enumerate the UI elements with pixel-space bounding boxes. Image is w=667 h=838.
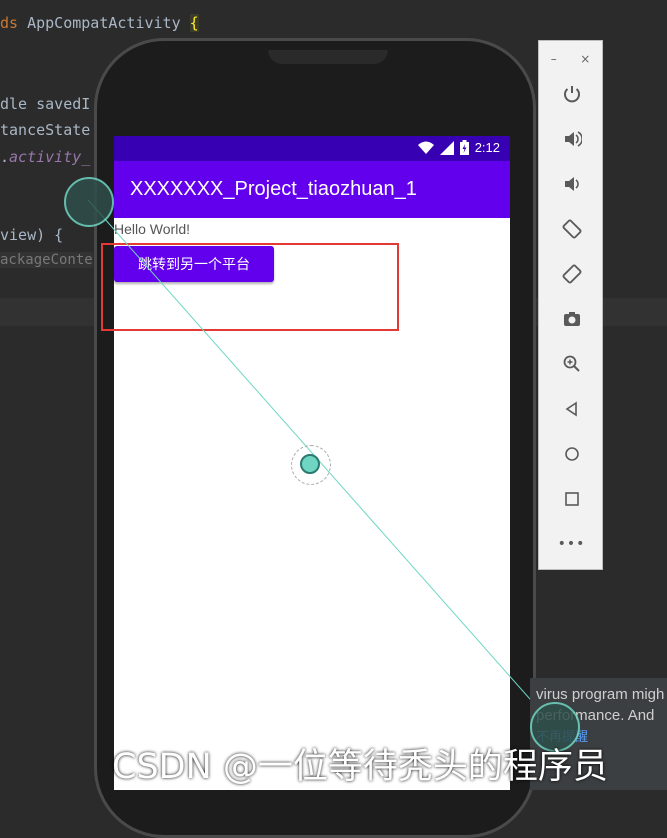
csdn-watermark: CSDN @一位等待秃头的程序员 xyxy=(112,747,608,787)
touch-midpoint-dot xyxy=(300,454,320,474)
touch-path-line xyxy=(87,199,554,726)
touch-start-indicator xyxy=(64,177,114,227)
